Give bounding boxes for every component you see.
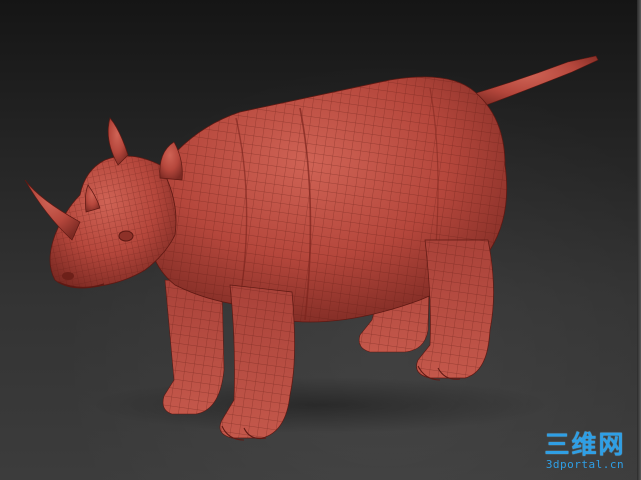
- watermark-en-text: 3dportal.cn: [545, 458, 625, 471]
- rhino-front-leg-near: [219, 284, 295, 441]
- rhino-tail: [469, 55, 599, 109]
- rhino-model[interactable]: [0, 0, 641, 480]
- ground-shadow: [90, 377, 550, 433]
- watermark-cn-text: 三维网: [544, 430, 626, 459]
- rhino-ear-right: [159, 141, 183, 181]
- viewport-canvas[interactable]: 三维网 3dportal.cn: [0, 0, 641, 480]
- viewport-edge: [637, 0, 641, 480]
- watermark-logo: 三维网 3dportal.cn: [539, 431, 631, 471]
